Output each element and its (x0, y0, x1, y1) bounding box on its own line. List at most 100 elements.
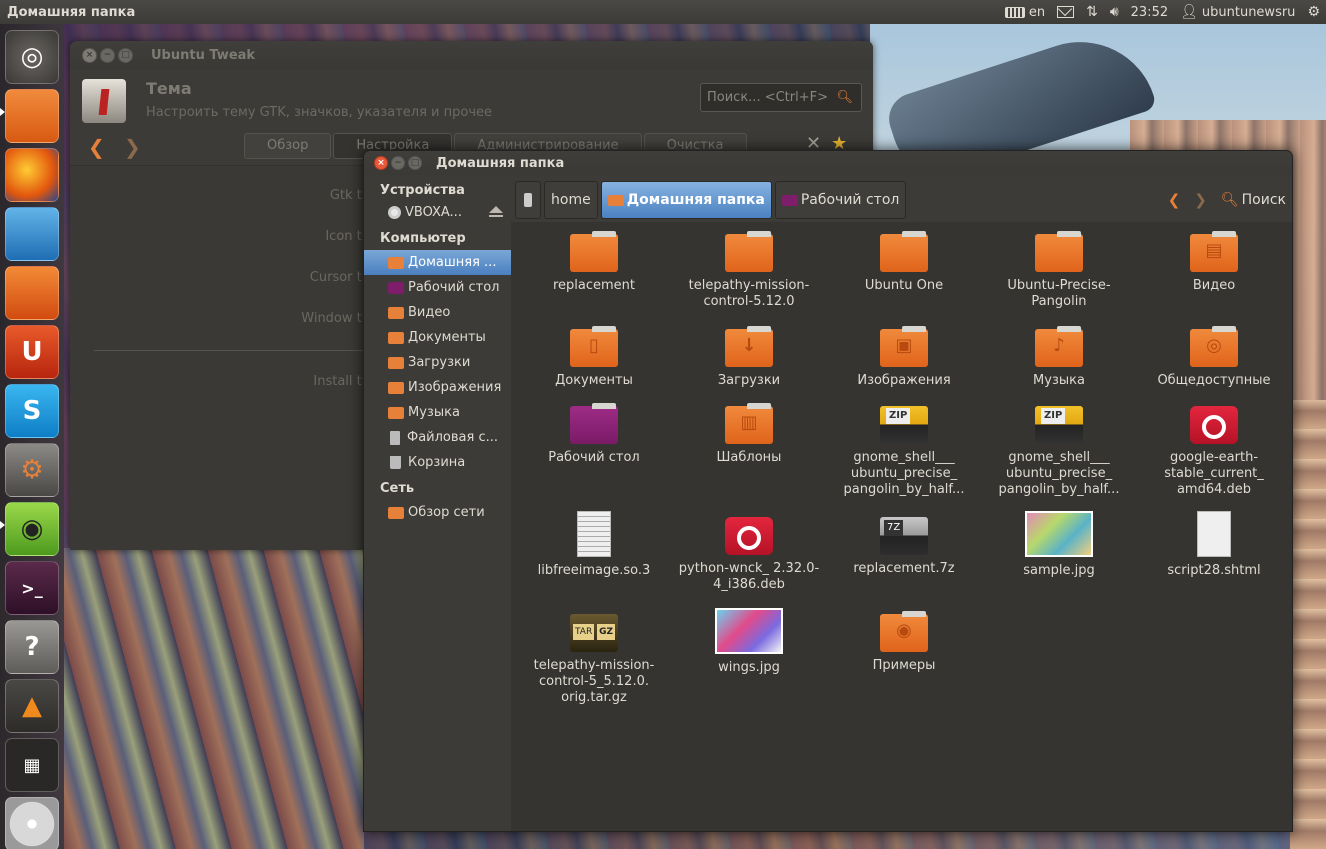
ubuntu-one-icon[interactable]: U (5, 325, 59, 379)
file-item[interactable]: 7Z replacement.7z (829, 517, 979, 577)
vlc-icon[interactable]: ▲ (5, 679, 59, 733)
pictures-folder-icon: ▣ (880, 326, 928, 367)
maximize-button[interactable]: □ (408, 156, 422, 170)
clock[interactable]: 23:52 (1131, 5, 1168, 20)
launcher: ◎ U S ⚙ ◉ >_ ? ▲ ▦ (0, 24, 64, 849)
public-folder-icon: ◎ (1190, 326, 1238, 367)
terminal-icon[interactable]: >_ (5, 561, 59, 615)
file-name: Изображения (857, 373, 951, 388)
templates-folder-icon: ▥ (725, 403, 773, 444)
ubuntu-logo-icon[interactable]: ◎ (5, 30, 59, 84)
search-input[interactable]: Поиск... <Ctrl+F> 🔍︎ (700, 83, 862, 112)
file-item[interactable]: ♪ Музыка (984, 326, 1134, 389)
sidebar-item-label: Документы (408, 330, 486, 345)
file-item[interactable]: Ubuntu One (829, 231, 979, 294)
minimize-button[interactable]: − (100, 47, 115, 63)
system-settings-icon[interactable]: ⚙ (5, 443, 59, 497)
libreoffice-writer-icon[interactable] (5, 207, 59, 261)
back-arrow-icon[interactable]: ❮ (88, 135, 105, 159)
file-item[interactable]: ZIP gnome_shell___ ubuntu_precise_ pango… (984, 406, 1134, 498)
home-folder-icon (388, 256, 404, 269)
sidebar-item-trash[interactable]: Корзина (364, 450, 511, 475)
breadcrumb-home-folder[interactable]: Домашняя папка (600, 181, 772, 219)
sidebar-item-videos[interactable]: Видео (364, 300, 511, 325)
cursor-theme-label: Cursor th (309, 270, 370, 285)
network-icon (388, 506, 404, 519)
sidebar-item-vbox-disc[interactable]: VBOXA... (364, 200, 511, 225)
file-item[interactable]: ▥ Шаблоны (674, 403, 824, 466)
breadcrumb-root[interactable] (515, 181, 541, 219)
titlebar: × − □ Ubuntu Tweak (70, 41, 873, 69)
file-name: Загрузки (717, 373, 781, 388)
network-icon[interactable]: ⇅ (1086, 4, 1098, 20)
file-item[interactable]: ◉ Примеры (829, 611, 979, 674)
file-item[interactable]: ZIP gnome_shell___ ubuntu_precise_ pango… (829, 406, 979, 498)
forward-arrow-icon[interactable]: ❯ (1194, 191, 1207, 209)
sidebar-item-browse-network[interactable]: Обзор сети (364, 500, 511, 525)
close-button[interactable]: × (82, 47, 97, 63)
file-item[interactable]: Рабочий стол (519, 403, 669, 466)
volume-icon[interactable]: 🔊︎ (1110, 4, 1119, 20)
active-window-title: Домашняя папка (7, 4, 136, 20)
tab-overview[interactable]: Обзор (244, 133, 332, 159)
file-item[interactable]: wings.jpg (674, 608, 824, 676)
forward-arrow-icon[interactable]: ❯ (124, 135, 141, 159)
breadcrumb-home[interactable]: home (544, 181, 598, 219)
sidebar-item-music[interactable]: Музыка (364, 400, 511, 425)
session-gear-icon[interactable]: ⚙ (1307, 4, 1320, 20)
folder-icon (725, 231, 773, 272)
home-folder-icon[interactable] (5, 89, 59, 143)
breadcrumb-desktop[interactable]: Рабочий стол (774, 181, 907, 219)
running-indicator (0, 521, 5, 529)
close-button[interactable]: × (374, 156, 388, 170)
breadcrumb-label: Рабочий стол (800, 192, 900, 208)
location-toolbar: home Домашняя папка Рабочий стол ❮ ❯ 🔍︎ … (511, 175, 1292, 222)
user-menu[interactable]: 👤︎ ubuntunewsru (1180, 4, 1295, 20)
skype-icon[interactable]: S (5, 384, 59, 438)
file-name: python-wnck_ 2.32.0-4_i386.deb (678, 561, 820, 592)
file-item[interactable]: ◎ Общедоступные (1139, 326, 1289, 389)
file-item[interactable]: python-wnck_ 2.32.0-4_i386.deb (674, 517, 824, 593)
ubuntu-software-center-icon[interactable] (5, 266, 59, 320)
ubuntu-tweak-icon[interactable]: ◉ (5, 502, 59, 556)
file-name: script28.shtml (1167, 563, 1261, 578)
file-item[interactable]: sample.jpg (984, 511, 1134, 579)
firefox-icon[interactable] (5, 148, 59, 202)
sidebar-item-pictures[interactable]: Изображения (364, 375, 511, 400)
messaging-icon[interactable] (1057, 6, 1075, 18)
file-name: gnome_shell___ ubuntu_precise_ pangolin_… (843, 450, 965, 497)
file-item[interactable]: libfreeimage.so.3 (519, 511, 669, 579)
file-item[interactable]: Ubuntu-Precise-Pangolin (984, 231, 1134, 310)
workspace-switcher-icon[interactable]: ▦ (5, 738, 59, 792)
file-item[interactable]: ▯ Документы (519, 326, 669, 389)
help-icon[interactable]: ? (5, 620, 59, 674)
file-name: gnome_shell___ ubuntu_precise_ pangolin_… (998, 450, 1120, 497)
sidebar-item-documents[interactable]: Документы (364, 325, 511, 350)
file-item[interactable]: ▣ Изображения (829, 326, 979, 389)
sidebar-item-filesystem[interactable]: Файловая с... (364, 425, 511, 450)
file-item[interactable]: ▤ Видео (1139, 231, 1289, 294)
file-item[interactable]: script28.shtml (1139, 511, 1289, 579)
dvd-icon[interactable] (5, 797, 59, 849)
file-manager-window: × − □ Домашняя папка Устройства VBOXA...… (363, 150, 1293, 832)
maximize-button[interactable]: □ (118, 47, 133, 63)
keyboard-indicator[interactable]: en (1004, 5, 1045, 20)
file-name: Шаблоны (716, 450, 782, 465)
file-item[interactable]: telepathy-mission-control-5.12.0 (674, 231, 824, 310)
sidebar-item-home[interactable]: Домашняя ... (364, 250, 511, 275)
file-item[interactable]: google-earth-stable_current_ amd64.deb (1139, 406, 1289, 498)
file-item[interactable]: ↓ Загрузки (674, 326, 824, 389)
sidebar-item-desktop[interactable]: Рабочий стол (364, 275, 511, 300)
file-item[interactable]: TAR GZ telepathy-mission-control-5_5.12.0… (519, 614, 669, 706)
file-name: Ubuntu-Precise-Pangolin (1007, 278, 1111, 309)
minimize-button[interactable]: − (391, 156, 405, 170)
eject-icon[interactable] (489, 206, 503, 217)
text-file-icon (1197, 511, 1231, 557)
file-name: libfreeimage.so.3 (537, 563, 651, 578)
tweak-header: Тема Настроить тему GTK, значков, указат… (70, 69, 873, 141)
back-arrow-icon[interactable]: ❮ (1168, 191, 1181, 209)
image-thumbnail (715, 608, 783, 654)
search-button[interactable]: 🔍︎ Поиск (1221, 192, 1286, 208)
sidebar-item-downloads[interactable]: Загрузки (364, 350, 511, 375)
file-item[interactable]: replacement (519, 231, 669, 294)
